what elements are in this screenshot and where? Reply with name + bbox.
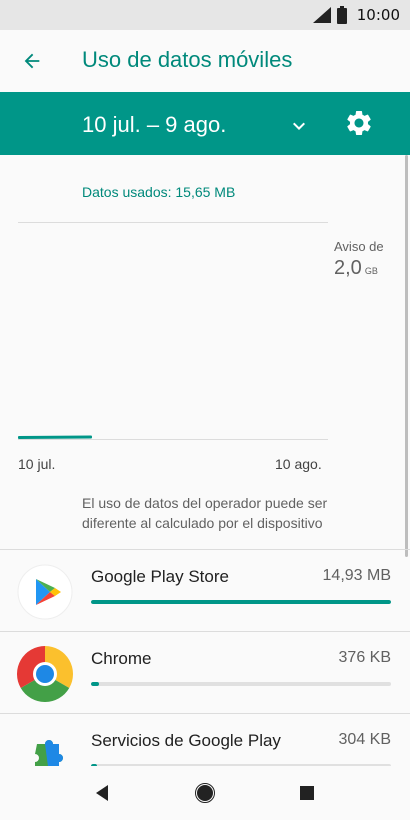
app-usage-fill [91, 682, 99, 686]
app-row-google-play-store[interactable]: Google Play Store 14,93 MB [0, 550, 410, 632]
gear-icon [347, 111, 371, 135]
chart-top-line [18, 222, 328, 223]
chrome-icon [17, 646, 73, 702]
app-name: Servicios de Google Play [91, 731, 281, 750]
app-data-size: 304 KB [338, 731, 391, 748]
app-row-chrome[interactable]: Chrome 376 KB [0, 632, 410, 714]
status-bar: 10:00 [0, 0, 410, 30]
app-name: Chrome [91, 649, 152, 668]
axis-start-label: 10 jul. [18, 456, 56, 472]
warning-unit: GB [364, 266, 378, 276]
app-usage-bar [91, 600, 391, 604]
billing-cycle-label: 10 jul. – 9 ago. [82, 112, 227, 137]
axis-end-label: 10 ago. [275, 456, 322, 472]
chart-baseline [18, 439, 328, 440]
page-title: Uso de datos móviles [82, 47, 293, 72]
nav-home-button[interactable] [190, 778, 220, 808]
app-usage-bar [91, 682, 391, 686]
triangle-back-icon [96, 785, 108, 801]
data-used-summary: Datos usados: 15,65 MB [82, 184, 236, 200]
app-bar: Uso de datos móviles [0, 30, 410, 92]
warning-value-number: 2,0 [334, 257, 362, 279]
back-button[interactable] [16, 45, 48, 77]
square-recents-icon [300, 786, 314, 800]
status-time: 10:00 [356, 6, 400, 24]
warning-value: 2,0 GB [334, 257, 378, 280]
scrollbar[interactable] [405, 155, 408, 557]
chevron-down-icon [293, 122, 305, 130]
app-usage-fill [91, 600, 391, 604]
arrow-back-icon [24, 53, 40, 69]
status-icons: 10:00 [312, 6, 400, 24]
circle-home-icon [195, 783, 215, 803]
google-play-store-icon [17, 564, 73, 620]
cycle-bar: 10 jul. – 9 ago. [0, 92, 410, 155]
nav-recents-button[interactable] [292, 778, 322, 808]
app-data-size: 14,93 MB [322, 567, 391, 584]
navigation-bar [0, 766, 410, 820]
battery-icon [336, 6, 347, 24]
warning-label: Aviso de [334, 239, 384, 254]
app-name: Google Play Store [91, 567, 229, 586]
signal-icon [312, 7, 331, 23]
billing-cycle-dropdown[interactable]: 10 jul. – 9 ago. [72, 92, 320, 155]
nav-back-button[interactable] [87, 778, 117, 808]
operator-note: El uso de datos del operador puede ser d… [82, 495, 328, 531]
app-data-size: 376 KB [338, 649, 391, 666]
settings-button[interactable] [344, 108, 376, 140]
